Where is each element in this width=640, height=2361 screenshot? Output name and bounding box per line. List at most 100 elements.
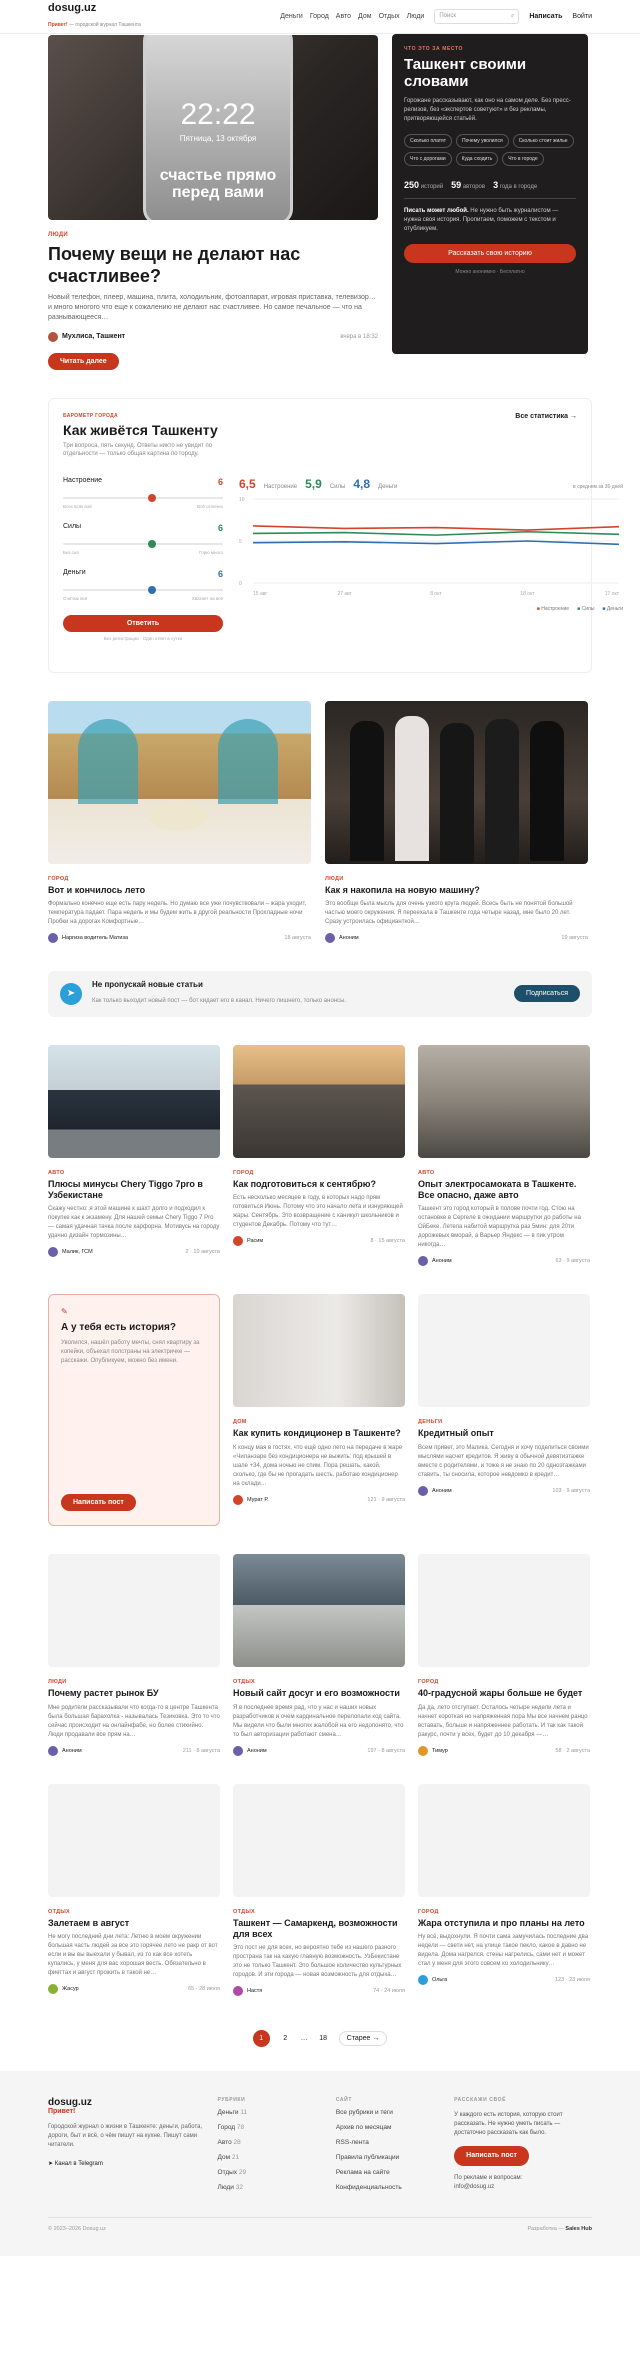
article-image[interactable] (48, 700, 311, 864)
chip[interactable]: Почему уволился (456, 133, 509, 148)
article-image[interactable] (48, 1554, 220, 1668)
article-card[interactable]: Люди Как я накопила на новую машину? Это… (325, 700, 588, 943)
nav-city[interactable]: Город (310, 13, 329, 20)
footer-link[interactable]: Все рубрики и теги (336, 2109, 444, 2116)
all-stats-link[interactable]: Все статистика → (515, 413, 577, 420)
tell-story-button[interactable]: Рассказать свою историю (404, 243, 576, 263)
article-image[interactable] (48, 1783, 220, 1897)
slider-handle[interactable] (147, 539, 156, 548)
article-title[interactable]: Как я накопила на новую машину? (325, 885, 588, 896)
mood-slider[interactable] (63, 493, 223, 502)
article-title[interactable]: Как подготовиться к сентябрю? (233, 1179, 405, 1190)
article-tag[interactable]: Деньги (418, 1419, 590, 1425)
article-title[interactable]: Как купить кондиционер в Ташкенте? (233, 1428, 405, 1439)
nav-people[interactable]: Люди (407, 13, 425, 20)
write-post-button[interactable]: Написать пост (61, 1494, 136, 1512)
article-tag[interactable]: Город (48, 876, 311, 882)
footer-link[interactable]: RSS-лента (336, 2139, 444, 2146)
nav-money[interactable]: Деньги (280, 13, 303, 20)
nav-home[interactable]: Дом (358, 13, 372, 20)
article-card[interactable]: Отдых Новый сайт досуг и его возможности… (233, 1554, 405, 1756)
footer-link[interactable]: Отдых 29 (218, 2169, 326, 2176)
article-tag[interactable]: Город (418, 1909, 590, 1915)
answer-button[interactable]: Ответить (63, 614, 223, 632)
article-image[interactable] (233, 1294, 405, 1408)
article-image[interactable] (48, 1044, 220, 1158)
article-image[interactable] (233, 1783, 405, 1897)
energy-slider[interactable] (63, 539, 223, 548)
nav-auto[interactable]: Авто (336, 13, 351, 20)
article-image[interactable] (233, 1044, 405, 1158)
footer-telegram-link[interactable]: ➤ Канал в Telegram (48, 2160, 208, 2167)
footer-link[interactable]: Реклама на сайте (336, 2169, 444, 2176)
footer-link[interactable]: Правила публикации (336, 2154, 444, 2161)
older-button[interactable]: Старее → (338, 2031, 388, 2047)
money-slider[interactable] (63, 585, 223, 594)
article-tag[interactable]: Люди (48, 1679, 220, 1685)
footer-link[interactable]: Дом 21 (218, 2154, 326, 2161)
article-tag[interactable]: Отдых (233, 1679, 405, 1685)
slider-handle[interactable] (147, 493, 156, 502)
article-card[interactable]: Деньги Кредитный опыт Всем привет, это М… (418, 1294, 590, 1526)
contact-email[interactable]: info@dosug.uz (454, 2183, 592, 2192)
footer-link[interactable]: Деньги 11 (218, 2109, 326, 2116)
write-button[interactable]: Написать (529, 13, 562, 20)
article-title[interactable]: Ташкент — Самаркенд, возможности для все… (233, 1918, 405, 1941)
subscribe-button[interactable]: Подписаться (514, 985, 580, 1003)
article-image[interactable] (325, 700, 588, 864)
article-tag[interactable]: Люди (325, 876, 588, 882)
article-title[interactable]: 40-градусной жары больше не будет (418, 1688, 590, 1699)
article-image[interactable] (418, 1783, 590, 1897)
article-tag[interactable]: Дом (233, 1419, 405, 1425)
search-input[interactable]: Поиск ⌕ (434, 9, 520, 24)
hero-author[interactable]: Мухлиса, Ташкент (62, 333, 125, 340)
read-more-button[interactable]: Читать далее (48, 352, 119, 370)
footer-link[interactable]: Город 78 (218, 2124, 326, 2131)
article-card[interactable]: Дом Как купить кондиционер в Ташкенте? К… (233, 1294, 405, 1526)
page-1[interactable]: 1 (252, 2030, 270, 2048)
chip[interactable]: Что с дорогами (404, 151, 452, 166)
footer-link[interactable]: Конфиденциальность (336, 2184, 444, 2191)
hero-tag[interactable]: Люди (48, 232, 378, 238)
footer-link[interactable]: Авто 28 (218, 2139, 326, 2146)
hero-image[interactable]: 22:22 Пятница, 13 октября счастье прямо … (48, 35, 378, 220)
footer-link[interactable]: Архив по месяцам (336, 2124, 444, 2131)
site-logo[interactable]: dosug.uz Привет! — городской журнал Ташк… (48, 3, 141, 30)
article-tag[interactable]: Город (418, 1679, 590, 1685)
chip[interactable]: Куда сходить (455, 151, 499, 166)
nav-leisure[interactable]: Отдых (379, 13, 400, 20)
article-title[interactable]: Новый сайт досуг и его возможности (233, 1688, 405, 1699)
article-image[interactable] (418, 1294, 590, 1408)
article-title[interactable]: Опыт электросамоката в Ташкенте. Все опа… (418, 1179, 590, 1202)
article-image[interactable] (418, 1044, 590, 1158)
page-last[interactable]: 18 (315, 2030, 332, 2047)
slider-handle[interactable] (147, 585, 156, 594)
login-button[interactable]: Войти (572, 13, 592, 20)
article-title[interactable]: Вот и кончилось лето (48, 885, 311, 896)
article-tag[interactable]: Город (233, 1170, 405, 1176)
article-tag[interactable]: Авто (48, 1170, 220, 1176)
article-tag[interactable]: Отдых (48, 1909, 220, 1915)
article-title[interactable]: Залетаем в август (48, 1918, 220, 1929)
article-image[interactable] (233, 1554, 405, 1668)
footer-link[interactable]: Люди 32 (218, 2184, 326, 2191)
article-card[interactable]: Отдых Залетаем в август Не могу последни… (48, 1783, 220, 1997)
chip[interactable]: Сколько стоит жилье (512, 133, 574, 148)
article-card[interactable]: Город Как подготовиться к сентябрю? Есть… (233, 1044, 405, 1267)
article-card[interactable]: Город 40-градусной жары больше не будет … (418, 1554, 590, 1756)
article-card[interactable]: Авто Плюсы минусы Chery Tiggo 7pro в Узб… (48, 1044, 220, 1267)
article-tag[interactable]: Авто (418, 1170, 590, 1176)
article-card[interactable]: Город Жара отступила и про планы на лето… (418, 1783, 590, 1997)
article-card[interactable]: Город Вот и кончилось лето Формально кон… (48, 700, 311, 943)
footer-write-button[interactable]: Написать пост (454, 2145, 529, 2167)
article-card[interactable]: Авто Опыт электросамоката в Ташкенте. Вс… (418, 1044, 590, 1267)
article-tag[interactable]: Отдых (233, 1909, 405, 1915)
dev-link[interactable]: Sales Hub (565, 2226, 592, 2232)
page-2[interactable]: 2 (277, 2030, 294, 2047)
article-card[interactable]: Отдых Ташкент — Самаркенд, возможности д… (233, 1783, 405, 1997)
chip[interactable]: Что в городе (502, 151, 544, 166)
chip[interactable]: Сколько платят (404, 133, 453, 148)
article-title[interactable]: Кредитный опыт (418, 1428, 590, 1439)
search-icon[interactable]: ⌕ (511, 13, 514, 20)
hero-title[interactable]: Почему вещи не делают нас счастливее? (48, 244, 378, 287)
